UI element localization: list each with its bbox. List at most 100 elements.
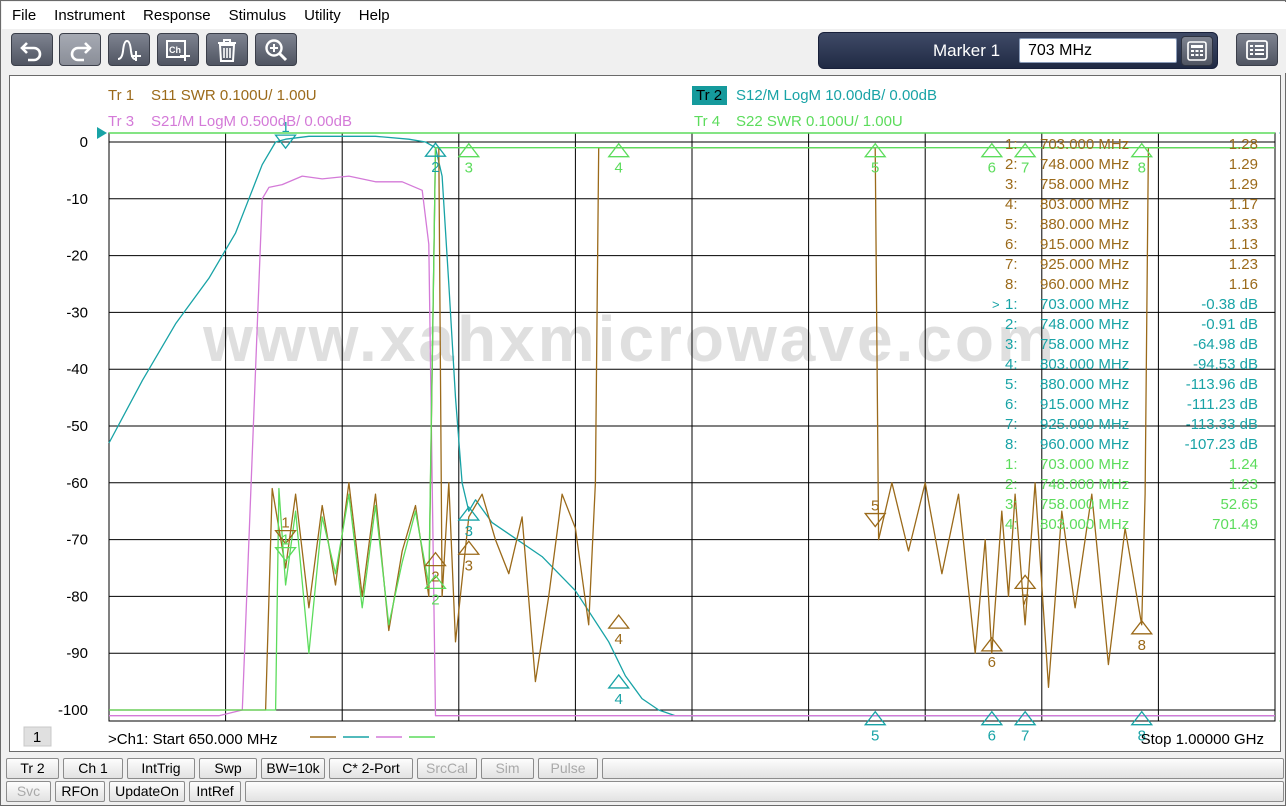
y-tick-label: -60 xyxy=(66,475,88,492)
y-tick-label: -90 xyxy=(66,645,88,662)
marker-number: 2 xyxy=(431,569,439,586)
marker-table-frequency: 915.000 MHz xyxy=(1040,236,1129,253)
marker-triangle xyxy=(457,540,481,555)
zoom-icon xyxy=(265,38,288,61)
marker-table-value: 1.23 xyxy=(1229,476,1258,493)
marker-tr2-6[interactable]: 6 xyxy=(980,710,1004,745)
menu-instrument[interactable]: Instrument xyxy=(44,2,133,29)
status-bar-row-2: Svc RFOn UpdateOn IntRef xyxy=(2,780,1286,803)
marker-table-value: 1.17 xyxy=(1229,196,1258,213)
marker-table-row: 3: 758.000 MHz 52.65 xyxy=(1005,496,1258,513)
marker-table-row: 7: 925.000 MHz 1.23 xyxy=(1005,256,1258,273)
marker-tr4-3[interactable]: 3 xyxy=(457,142,481,177)
status-bw-10k[interactable]: BW=10k xyxy=(261,758,325,779)
watermark-text: www.xahxmicrowave.com xyxy=(202,303,1057,375)
add-channel-button[interactable]: Ch xyxy=(157,33,199,66)
marker-label: Marker 1 xyxy=(933,41,1001,60)
keypad-button[interactable] xyxy=(1181,36,1213,66)
marker-frequency-input[interactable]: 703 MHz xyxy=(1019,38,1177,63)
marker-number: 3 xyxy=(465,160,473,177)
add-marker-button[interactable] xyxy=(108,33,150,66)
menu-utility[interactable]: Utility xyxy=(294,2,349,29)
marker-table-row: 4: 803.000 MHz 701.49 xyxy=(1005,516,1258,533)
marker-table-value: -94.53 dB xyxy=(1193,356,1258,373)
marker-table-value: 1.28 xyxy=(1229,136,1258,153)
marker-table-frequency: 703.000 MHz xyxy=(1040,296,1129,313)
keypad-icon xyxy=(1187,41,1207,61)
status-updateon[interactable]: UpdateOn xyxy=(109,781,185,802)
marker-table-row: 3: 758.000 MHz 1.29 xyxy=(1005,176,1258,193)
marker-table-row: 6: 915.000 MHz -111.23 dB xyxy=(1005,396,1258,413)
list-icon xyxy=(1246,39,1268,60)
measurement-display[interactable]: www.xahxmicrowave.com 0 -10 -20 -30 -40 -50 -6… xyxy=(9,75,1281,752)
menu-help[interactable]: Help xyxy=(349,2,398,29)
marker-table-value: 1.23 xyxy=(1229,256,1258,273)
redo-button[interactable] xyxy=(59,33,101,66)
marker-table-number: 4: xyxy=(1005,356,1018,373)
marker-tr1-4[interactable]: 4 xyxy=(607,614,631,648)
marker-add-icon xyxy=(117,39,141,61)
status-sim[interactable]: Sim xyxy=(481,758,534,779)
status-bar-row-1: Tr 2 Ch 1 IntTrig Swp BW=10k C* 2-Port SrcCal S… xyxy=(2,757,1286,780)
marker-table-number: 8: xyxy=(1005,276,1018,293)
svg-text:Ch: Ch xyxy=(169,45,181,55)
menu-file[interactable]: File xyxy=(2,2,44,29)
reference-arrow-left[interactable] xyxy=(97,127,107,139)
status-svc[interactable]: Svc xyxy=(6,781,51,802)
marker-table-frequency: 703.000 MHz xyxy=(1040,136,1129,153)
status-swp[interactable]: Swp xyxy=(199,758,257,779)
status-inttrig[interactable]: IntTrig xyxy=(127,758,195,779)
marker-number: 7 xyxy=(1021,160,1029,177)
marker-tr1-8[interactable]: 8 xyxy=(1130,619,1154,654)
marker-table-number: 6: xyxy=(1005,236,1018,253)
status-intref[interactable]: IntRef xyxy=(189,781,241,802)
marker-number: 6 xyxy=(988,654,996,671)
marker-table-frequency: 803.000 MHz xyxy=(1040,516,1129,533)
marker-table-number: 4: xyxy=(1005,196,1018,213)
marker-tr4-7[interactable]: 7 xyxy=(1013,142,1037,177)
marker-table-value: 701.49 xyxy=(1212,516,1258,533)
trace-3-id: Tr 3 xyxy=(108,113,134,130)
status-c-2-port[interactable]: C* 2-Port xyxy=(329,758,413,779)
marker-tr1-7[interactable]: 7 xyxy=(1013,574,1037,608)
y-tick-label: -20 xyxy=(66,248,88,265)
menu-stimulus[interactable]: Stimulus xyxy=(219,2,295,29)
marker-tr4-6[interactable]: 6 xyxy=(980,142,1004,177)
marker-number: 1 xyxy=(281,515,289,532)
marker-tr2-3[interactable]: 3 xyxy=(457,506,481,540)
marker-table-frequency: 960.000 MHz xyxy=(1040,436,1129,453)
status-ch-1[interactable]: Ch 1 xyxy=(63,758,123,779)
marker-tr4-4[interactable]: 4 xyxy=(607,142,631,177)
bottom-arrow-right[interactable] xyxy=(1279,715,1280,727)
reference-arrow-right[interactable] xyxy=(1279,127,1280,139)
marker-table-number: 1: xyxy=(1005,456,1018,473)
softkey-menu-button[interactable] xyxy=(1236,33,1278,66)
marker-tr2-7[interactable]: 7 xyxy=(1013,710,1037,745)
marker-triangle xyxy=(1013,574,1037,590)
marker-tr2-4[interactable]: 4 xyxy=(607,673,631,708)
marker-table-row: 7: 925.000 MHz -113.33 dB xyxy=(1005,416,1258,433)
zoom-button[interactable] xyxy=(255,33,297,66)
marker-number: 4 xyxy=(615,631,623,648)
status-rfon[interactable]: RFOn xyxy=(55,781,105,802)
marker-table-value: 1.29 xyxy=(1229,176,1258,193)
marker-table-number: 1: xyxy=(1005,136,1018,153)
trace-1-desc: S11 SWR 0.100U/ 1.00U xyxy=(151,87,317,104)
marker-number: 8 xyxy=(1138,637,1146,654)
status-tr-2[interactable]: Tr 2 xyxy=(6,758,59,779)
status-pulse[interactable]: Pulse xyxy=(538,758,598,779)
menu-bar: File Instrument Response Stimulus Utilit… xyxy=(2,2,1286,29)
channel-number: 1 xyxy=(33,729,41,746)
menu-response[interactable]: Response xyxy=(133,2,219,29)
marker-number: 8 xyxy=(1138,160,1146,177)
marker-table-value: -64.98 dB xyxy=(1193,336,1258,353)
chart-area[interactable]: www.xahxmicrowave.com 0 -10 -20 -30 -40 -50 -6… xyxy=(10,76,1280,751)
marker-tr2-5[interactable]: 5 xyxy=(863,710,887,745)
marker-triangle xyxy=(1013,142,1037,158)
undo-button[interactable] xyxy=(11,33,53,66)
marker-tr1-3[interactable]: 3 xyxy=(457,540,481,574)
status-srccal[interactable]: SrcCal xyxy=(417,758,477,779)
marker-table-number: 4: xyxy=(1005,516,1018,533)
marker-table-value: -113.33 dB xyxy=(1186,416,1258,433)
delete-button[interactable] xyxy=(206,33,248,66)
